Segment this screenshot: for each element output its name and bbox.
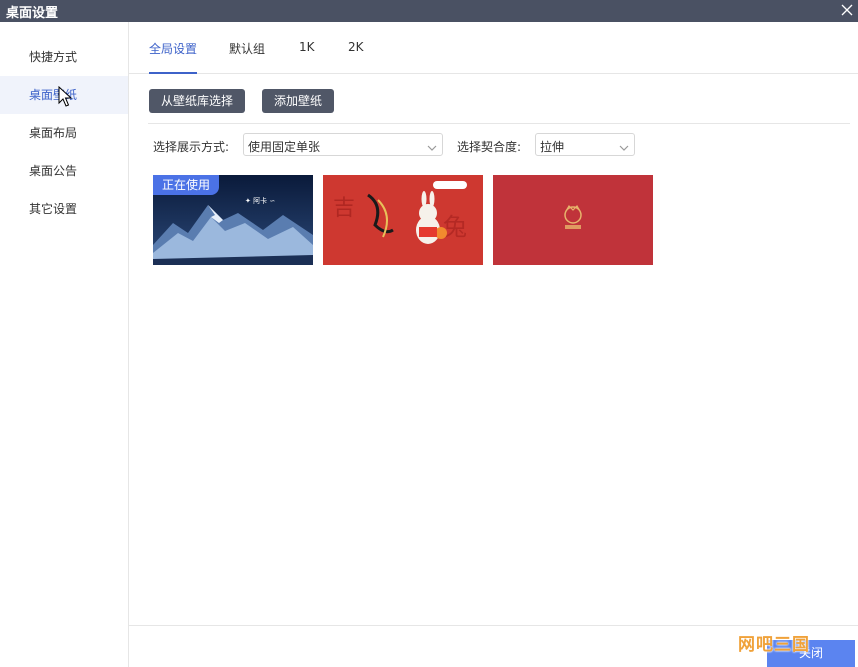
- in-use-badge: 正在使用: [153, 175, 220, 195]
- select-from-library-button[interactable]: 从壁纸库选择: [149, 89, 246, 113]
- wallpaper-thumbnail-mountain[interactable]: ✦ 阿卡 ∽ 正在使用: [153, 175, 313, 265]
- fit-value: 拉伸: [540, 140, 565, 154]
- svg-text:吉: 吉: [333, 196, 355, 221]
- sidebar-item-announcement[interactable]: 桌面公告: [0, 152, 128, 190]
- red-logo-image: [493, 175, 653, 265]
- title-bar: 桌面设置: [0, 0, 858, 22]
- sidebar: 快捷方式 桌面壁纸 桌面布局 桌面公告 其它设置: [0, 22, 129, 667]
- svg-text:兔: 兔: [443, 213, 467, 241]
- close-icon[interactable]: [838, 0, 856, 20]
- tab-global-settings[interactable]: 全局设置: [149, 40, 198, 74]
- footer-divider: [129, 625, 858, 626]
- fit-select[interactable]: 拉伸: [535, 133, 635, 156]
- display-mode-value: 使用固定单张: [248, 140, 321, 154]
- display-mode-label: 选择展示方式:: [153, 140, 230, 154]
- sidebar-item-label: 其它设置: [29, 202, 78, 216]
- rabbit-new-year-image: 吉 兔: [323, 175, 483, 265]
- add-wallpaper-button[interactable]: 添加壁纸: [262, 89, 335, 113]
- sidebar-item-label: 快捷方式: [29, 50, 78, 64]
- tab-bar: 全局设置 默认组 1K 2K: [129, 22, 858, 74]
- display-mode-select[interactable]: 使用固定单张: [243, 133, 443, 156]
- wallpaper-thumbnail-rabbit[interactable]: 吉 兔: [323, 175, 483, 265]
- chevron-down-icon: [619, 141, 629, 151]
- tab-2k[interactable]: 2K: [348, 40, 364, 72]
- wallpaper-thumbnail-red[interactable]: [493, 175, 653, 265]
- svg-text:✦ 阿卡 ∽: ✦ 阿卡 ∽: [245, 196, 275, 205]
- watermark-logo: 网吧三国: [738, 635, 810, 655]
- fit-label: 选择契合度:: [457, 140, 522, 154]
- sidebar-item-label: 桌面公告: [29, 164, 78, 178]
- chevron-down-icon: [427, 141, 437, 151]
- divider: [148, 123, 850, 124]
- window-title: 桌面设置: [6, 6, 59, 21]
- sidebar-item-label: 桌面布局: [29, 126, 78, 140]
- mouse-cursor-icon: [58, 85, 73, 108]
- tab-1k[interactable]: 1K: [299, 40, 315, 72]
- sidebar-item-other-settings[interactable]: 其它设置: [0, 190, 128, 228]
- sidebar-item-shortcuts[interactable]: 快捷方式: [0, 38, 128, 76]
- sidebar-item-layout[interactable]: 桌面布局: [0, 114, 128, 152]
- tab-default-group[interactable]: 默认组: [229, 40, 265, 72]
